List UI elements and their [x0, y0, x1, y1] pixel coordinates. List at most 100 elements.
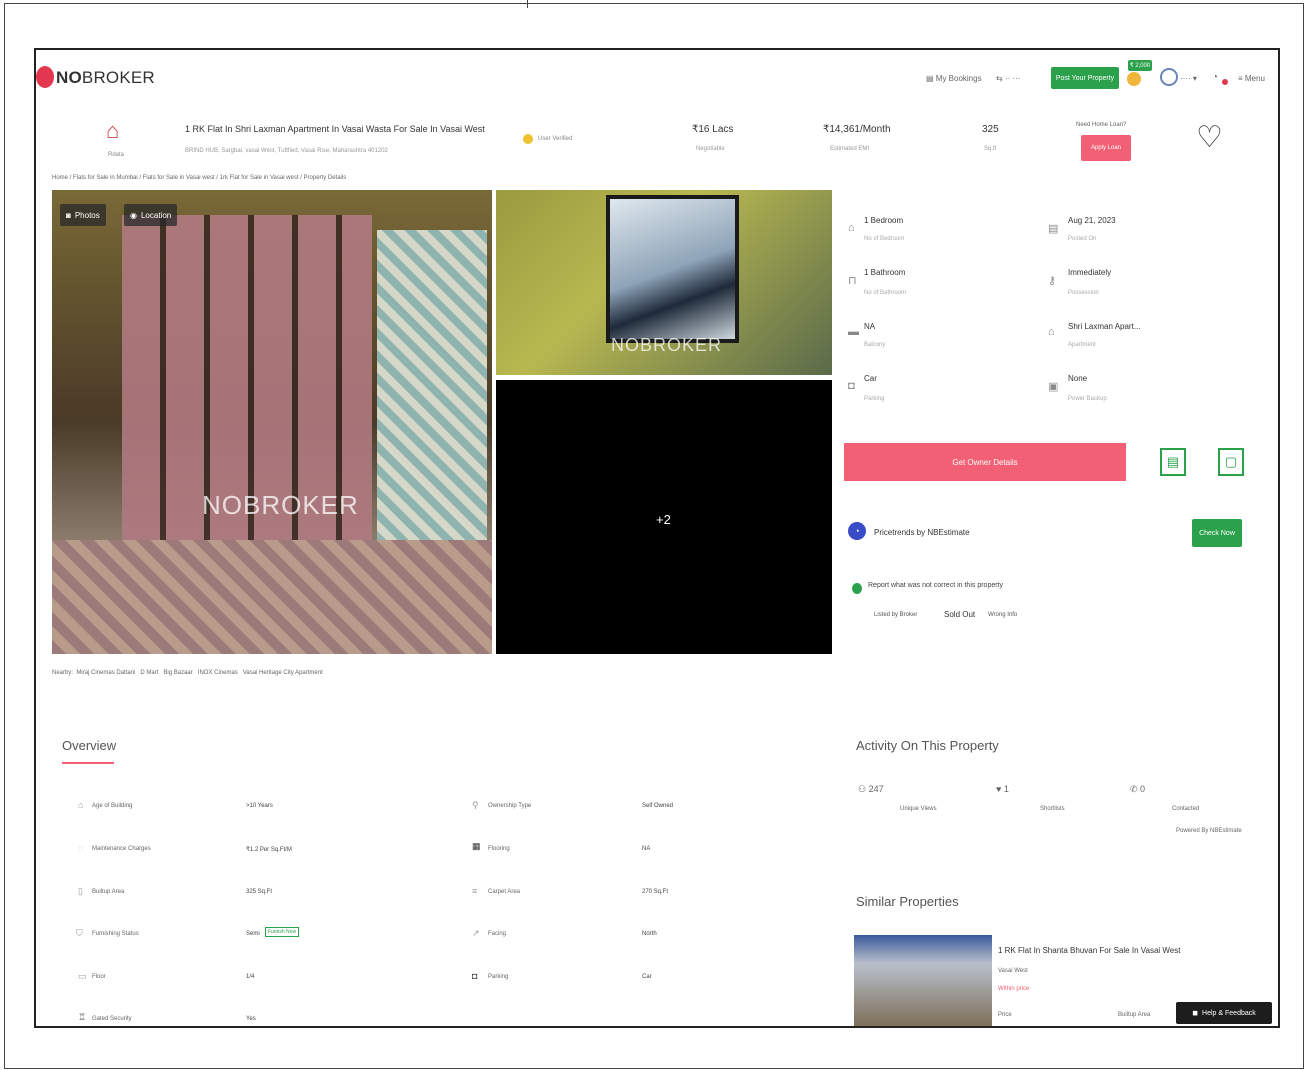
- ov-value: Car: [642, 974, 652, 980]
- views-label: Unique Views: [900, 806, 937, 812]
- ov-label: Furnishing Status: [92, 931, 139, 937]
- ov-value: Yes: [246, 1016, 256, 1022]
- ov-label: Builtup Area: [92, 889, 125, 895]
- detail-balcony-sub: Balcony: [864, 342, 886, 348]
- help-feedback-button[interactable]: ◼ Help & Feedback: [1176, 1002, 1272, 1024]
- detail-society-sub: Apartment: [1068, 342, 1096, 348]
- emi-amount: ₹14,361/Month: [823, 124, 891, 135]
- photos-button[interactable]: ◙ Photos: [60, 204, 106, 226]
- powered-by-label: Powered By NBEstimate: [1176, 828, 1242, 834]
- chat-button[interactable]: ▢: [1218, 448, 1244, 476]
- user-name[interactable]: ···· ▾: [1180, 74, 1197, 83]
- home-loan-label: Need Home Loan?: [1076, 122, 1127, 128]
- contacted-count: ✆ 0: [1130, 784, 1146, 794]
- menu-button[interactable]: ≡ Menu: [1238, 74, 1265, 83]
- floor-image: [52, 540, 492, 654]
- building-age-icon: ⌂: [78, 800, 84, 810]
- heart-icon: ♥: [996, 784, 1004, 794]
- building-icon: ⌂: [1048, 326, 1055, 338]
- ov-value: Semi: [246, 931, 260, 937]
- user-avatar-icon[interactable]: [1160, 68, 1178, 86]
- listed-by-broker-button[interactable]: Listed by Broker: [874, 612, 917, 618]
- detail-posted: Aug 21, 2023: [1068, 216, 1116, 225]
- nearby-bar: Nearby: Miraj Cinemas Dattani D Mart Big…: [52, 670, 323, 676]
- more-photos-count[interactable]: +2: [656, 512, 671, 527]
- key-icon: ⚷: [1048, 275, 1057, 287]
- logo[interactable]: NOBROKER: [56, 68, 155, 88]
- chat-icon: ▢: [1224, 454, 1238, 469]
- facing-icon: ↗: [472, 928, 480, 938]
- coin-badge: ₹ 2,000: [1128, 60, 1152, 71]
- ov-label: Flooring: [488, 846, 510, 852]
- report-label: Report what was not correct in this prop…: [868, 582, 1004, 589]
- property-address: BRIND HUB, Sargbai, vasai West, Tuftfied…: [185, 148, 388, 154]
- views-count: ⚇ 247: [858, 784, 884, 794]
- calendar-icon: ▤: [1166, 454, 1180, 469]
- maintenance-icon: ◌: [78, 843, 84, 853]
- area-unit: Sq.ft: [984, 146, 997, 152]
- main-photo[interactable]: ◙ Photos ◉ Location NOBROKER: [52, 190, 492, 654]
- nearby-item[interactable]: INOX Cinemas: [198, 670, 238, 676]
- page-title: 1 RK Flat In Shri Laxman Apartment In Va…: [185, 124, 485, 134]
- nearby-item[interactable]: Miraj Cinemas Dattani: [76, 670, 135, 676]
- detail-bathroom: 1 Bathroom: [864, 268, 906, 277]
- breadcrumb[interactable]: Home / Flats for Sale in Mumbai / Flats …: [52, 175, 346, 181]
- detail-bedroom: 1 Bedroom: [864, 216, 904, 225]
- bookings-icon: ▤: [926, 74, 936, 83]
- nearby-item[interactable]: D Mart: [140, 670, 158, 676]
- nearby-item[interactable]: Big Bazaar: [163, 670, 192, 676]
- ov-label: Gated Security: [92, 1016, 132, 1022]
- window-image: [606, 195, 739, 343]
- sold-out-button[interactable]: Sold Out: [944, 610, 975, 619]
- detail-parking-sub: Parking: [864, 396, 885, 402]
- ov-value: 1/4: [246, 974, 255, 980]
- bed-icon: ⌂: [848, 222, 855, 234]
- wrong-info-button[interactable]: Wrong Info: [988, 612, 1017, 618]
- ov-value: Self Owned: [642, 803, 674, 809]
- ov-label: Ownership Type: [488, 803, 532, 809]
- bell-icon[interactable]: ◔: [1212, 72, 1218, 83]
- power-icon: ▣: [1048, 381, 1059, 393]
- similar-property-location: Vasai West: [998, 968, 1028, 974]
- verified-label: User Verified: [538, 136, 573, 142]
- detail-possession-sub: Possession: [1068, 290, 1099, 296]
- ov-label: Maintenance Charges: [92, 846, 151, 852]
- ov-value: 270 Sq.Ft: [642, 889, 669, 895]
- flooring-icon: ▦: [472, 841, 481, 851]
- nearby-item[interactable]: Vasai Heritage City Apartment: [243, 670, 323, 676]
- notification-badge: [1222, 79, 1228, 85]
- overview-title[interactable]: Overview: [62, 738, 116, 753]
- get-owner-details-button[interactable]: Get Owner Details: [844, 443, 1126, 481]
- my-bookings-link[interactable]: ▤ My Bookings: [926, 74, 982, 83]
- frame-notch: [527, 0, 528, 8]
- ov-label: Facing: [488, 931, 507, 937]
- rent-pay-link[interactable]: ⇆ ·· ···: [996, 74, 1020, 83]
- ov-value: NA: [642, 846, 651, 852]
- similar-property-area-label: Builtup Area: [1118, 1012, 1151, 1018]
- similar-property-image[interactable]: [854, 935, 992, 1026]
- location-button[interactable]: ◉ Location: [124, 204, 178, 226]
- ov-value: >10 Years: [246, 803, 273, 809]
- similar-title: Similar Properties: [856, 894, 959, 909]
- furnish-now-button[interactable]: Furnish Now: [265, 927, 300, 937]
- car-icon: ◘: [848, 380, 855, 392]
- watermark-thumb: NOBROKER: [611, 335, 723, 355]
- shortlist-heart-icon[interactable]: ♡: [1196, 120, 1223, 155]
- photo-thumbnail[interactable]: NOBROKER: [496, 190, 832, 375]
- schedule-visit-button[interactable]: ▤: [1160, 448, 1186, 476]
- similar-property-title[interactable]: 1 RK Flat In Shanta Bhuvan For Sale In V…: [998, 946, 1180, 955]
- eye-icon: ⚇: [858, 784, 869, 794]
- check-now-button[interactable]: Check Now: [1192, 519, 1242, 547]
- ov-label: Age of Building: [92, 803, 133, 809]
- coin-icon[interactable]: [1127, 72, 1141, 86]
- overview-underline: [62, 762, 114, 764]
- floor-icon: ▭: [78, 971, 87, 981]
- detail-society[interactable]: Shri Laxman Apart...: [1068, 322, 1140, 331]
- post-property-button[interactable]: Post Your Property: [1051, 67, 1119, 89]
- pricetrends-icon: ◔: [848, 522, 866, 540]
- apply-loan-button[interactable]: Apply Loan: [1081, 135, 1131, 161]
- location-pin-icon: ◉: [130, 210, 137, 220]
- similar-property-price-label: Price: [998, 1012, 1012, 1018]
- emi-label[interactable]: Estimated EMI: [830, 146, 869, 152]
- detail-balcony: NA: [864, 322, 876, 331]
